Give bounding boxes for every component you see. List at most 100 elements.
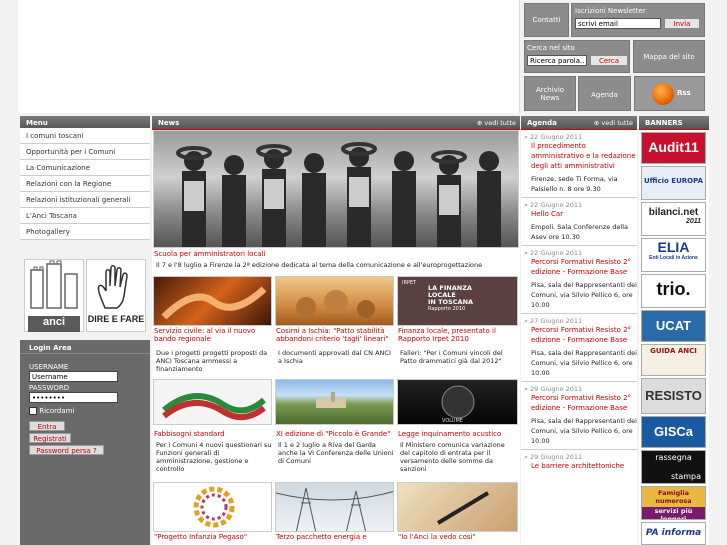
- coins-illustration: [296, 290, 375, 318]
- banners-title: BANNERS: [645, 119, 683, 127]
- news-7-image[interactable]: [153, 482, 272, 532]
- news-9-image[interactable]: [397, 482, 518, 532]
- menu-item-comunicazione[interactable]: La Comunicazione: [20, 160, 150, 176]
- news-9-title[interactable]: "Io l'Anci la vedo così": [398, 533, 516, 541]
- anci-logo[interactable]: anci: [24, 259, 84, 332]
- menu-item-photogallery[interactable]: Photogallery: [20, 224, 150, 240]
- featured-news-image[interactable]: [153, 130, 519, 248]
- agenda-date: » 22 Giugno 2011: [524, 201, 583, 209]
- agenda-panel: » 22 Giugno 2011 Il procedimento amminis…: [521, 130, 637, 545]
- news-5-title[interactable]: XI edizione di "Piccolo è Grande": [276, 430, 394, 438]
- banner-audit11[interactable]: Audit11: [641, 132, 706, 164]
- news-8-title[interactable]: Terzo pacchetto energia e: [276, 533, 394, 541]
- agenda-separator: [521, 381, 637, 382]
- agenda-label: Agenda: [591, 91, 618, 99]
- news-panel: Scuola per amministratori locali Il 7 e …: [152, 130, 520, 545]
- irpet-brand: IRPET: [402, 280, 417, 286]
- banner-trio[interactable]: trio.: [641, 274, 706, 308]
- news-6-title[interactable]: Legge inquinamento acustico: [398, 430, 516, 438]
- mappa-link[interactable]: Mappa del sito: [633, 40, 705, 73]
- news-2-image[interactable]: [275, 276, 394, 326]
- news-vedi-label: vedi tutte: [484, 119, 516, 127]
- page: Contatti Iscrizioni Newsletter Invia Cer…: [0, 0, 727, 545]
- agenda-separator: [521, 313, 637, 314]
- menu-title: Menu: [26, 119, 48, 127]
- news-4-text: Per i Comuni 4 nuovi questionari su Funz…: [156, 441, 272, 473]
- menu-item-anci-toscana[interactable]: L'Anci Toscana: [20, 208, 150, 224]
- agenda-date-text: 29 Giugno 2011: [530, 453, 583, 461]
- search-button[interactable]: Cerca: [590, 55, 628, 66]
- agenda-item-title[interactable]: Percorsi Formativi Resisto 2° edizione -…: [521, 257, 637, 277]
- news-6-image[interactable]: VOLUME: [397, 379, 518, 425]
- banner-ufficio-europa[interactable]: Ufficio EUROPA: [641, 166, 706, 200]
- archivio-news-link[interactable]: Archivio News: [524, 76, 576, 111]
- news-1-image[interactable]: [153, 276, 272, 326]
- agenda-item-title[interactable]: Percorsi Formativi Resisto 2° edizione -…: [521, 393, 637, 413]
- agenda-vedi-tutte-link[interactable]: ⊕ vedi tutte: [594, 119, 633, 127]
- news-3-title[interactable]: Finanza locale, presentato il Rapporto I…: [398, 327, 516, 343]
- invia-button[interactable]: Invia: [664, 18, 700, 29]
- news-1-text: Due i progetti progetti proposti da ANCI…: [156, 349, 268, 373]
- banner-resisto[interactable]: RESISTO: [641, 378, 706, 414]
- banner-pa-informa[interactable]: PA informa: [641, 522, 706, 545]
- featured-news-text: Il 7 e l'8 luglio a Firenze la 2ª edizio…: [156, 261, 483, 269]
- main-menu: I comuni toscani Opportunità per i Comun…: [20, 128, 150, 240]
- news-8-image[interactable]: [275, 482, 394, 532]
- username-input[interactable]: [29, 371, 118, 382]
- contatti-link[interactable]: Contatti: [524, 3, 569, 37]
- news-3-image[interactable]: IRPET LA FINANZA LOCALE IN TOSCANA Rappo…: [397, 276, 518, 326]
- news-4-image[interactable]: [153, 379, 272, 425]
- menu-item-relazioni[interactable]: Relazioni istituzionali generali: [20, 192, 150, 208]
- hands-illustration: [161, 286, 267, 320]
- banner-gisca[interactable]: GISCa: [641, 416, 706, 448]
- banner-famiglia-numerosa[interactable]: Famiglia numerosa servizi più leggeri: [641, 486, 706, 520]
- agenda-item-title[interactable]: Il procedimento amministrativo e la reda…: [521, 141, 637, 171]
- hand-icon: [97, 265, 128, 309]
- village-illustration: [316, 392, 346, 408]
- news-1-title[interactable]: Servizio civile: al via il nuovo bando r…: [154, 327, 272, 343]
- agenda-item-title[interactable]: Percorsi Formativi Resisto 2° edizione -…: [521, 325, 637, 345]
- banner-guida-anci[interactable]: GUIDA ANCI: [641, 344, 706, 376]
- rss-link[interactable]: Rss: [634, 76, 705, 111]
- menu-item-opportunita[interactable]: Opportunità per i Comuni: [20, 144, 150, 160]
- banner-elia[interactable]: ELIA Enti Locali in Azione: [641, 238, 706, 272]
- newsletter-email-input[interactable]: [575, 18, 661, 29]
- menu-item-regione[interactable]: Relazioni con la Regione: [20, 176, 150, 192]
- agenda-date-text: 27 Giugno 2011: [530, 317, 583, 325]
- news-2-title[interactable]: Cosimi a Ischia: "Patto stabilità abband…: [276, 327, 394, 343]
- banners-panel: Audit11 Ufficio EUROPA bilanci.net 2011 …: [639, 130, 709, 545]
- news-5-image[interactable]: [275, 379, 394, 425]
- banner-ucat[interactable]: UCAT: [641, 310, 706, 342]
- password-persa-button[interactable]: Password persa ?: [29, 445, 104, 455]
- agenda-item-desc: Firenze, sede Ti Forma, via Paisiello n.…: [531, 175, 618, 193]
- menu-item-comuni-toscani[interactable]: I comuni toscani: [20, 128, 150, 144]
- elia-sub: Enti Locali in Azione: [649, 255, 698, 261]
- news-4-title[interactable]: Fabbisogni standard: [154, 430, 272, 438]
- password-input[interactable]: [29, 392, 118, 403]
- search-input[interactable]: [527, 55, 587, 66]
- dire-e-fare-logo[interactable]: DIRE E FARE: [86, 259, 146, 332]
- entra-button[interactable]: Entra: [29, 421, 65, 431]
- news-5-text: Il 1 e 2 luglio a Riva del Garda anche l…: [278, 441, 394, 465]
- newsletter-title: Iscrizioni Newsletter: [575, 7, 646, 15]
- featured-news-title[interactable]: Scuola per amministratori locali: [154, 250, 514, 258]
- remember-checkbox[interactable]: [29, 407, 37, 415]
- username-label: USERNAME: [29, 363, 69, 371]
- agenda-date: » 29 Giugno 2011: [524, 453, 583, 461]
- news-vedi-tutte-link[interactable]: ⊕ vedi tutte: [477, 119, 516, 127]
- children-circle-illustration: [193, 486, 235, 528]
- banner-bilanci-net[interactable]: bilanci.net 2011: [641, 202, 706, 236]
- login-area: Login Area USERNAME PASSWORD Ricordami E…: [20, 340, 150, 545]
- banner-rassegna-stampa[interactable]: rassegna stampa: [641, 450, 706, 484]
- agenda-date: » 22 Giugno 2011: [524, 249, 583, 257]
- dire-e-fare-text: DIRE E FARE: [87, 314, 145, 324]
- agenda-item-title[interactable]: Le barriere architettoniche: [521, 461, 637, 471]
- agenda-date-text: 22 Giugno 2011: [530, 249, 583, 257]
- agenda-date: » 22 Giugno 2011: [524, 133, 583, 141]
- news-7-title[interactable]: "Progetto Infanzia Pegaso": [154, 533, 272, 541]
- agenda-separator: [521, 449, 637, 450]
- agenda-link[interactable]: Agenda: [578, 76, 631, 111]
- contatti-label: Contatti: [532, 16, 561, 24]
- registrati-button[interactable]: Registrati: [29, 433, 71, 443]
- agenda-item-title[interactable]: Hello Car: [521, 209, 637, 219]
